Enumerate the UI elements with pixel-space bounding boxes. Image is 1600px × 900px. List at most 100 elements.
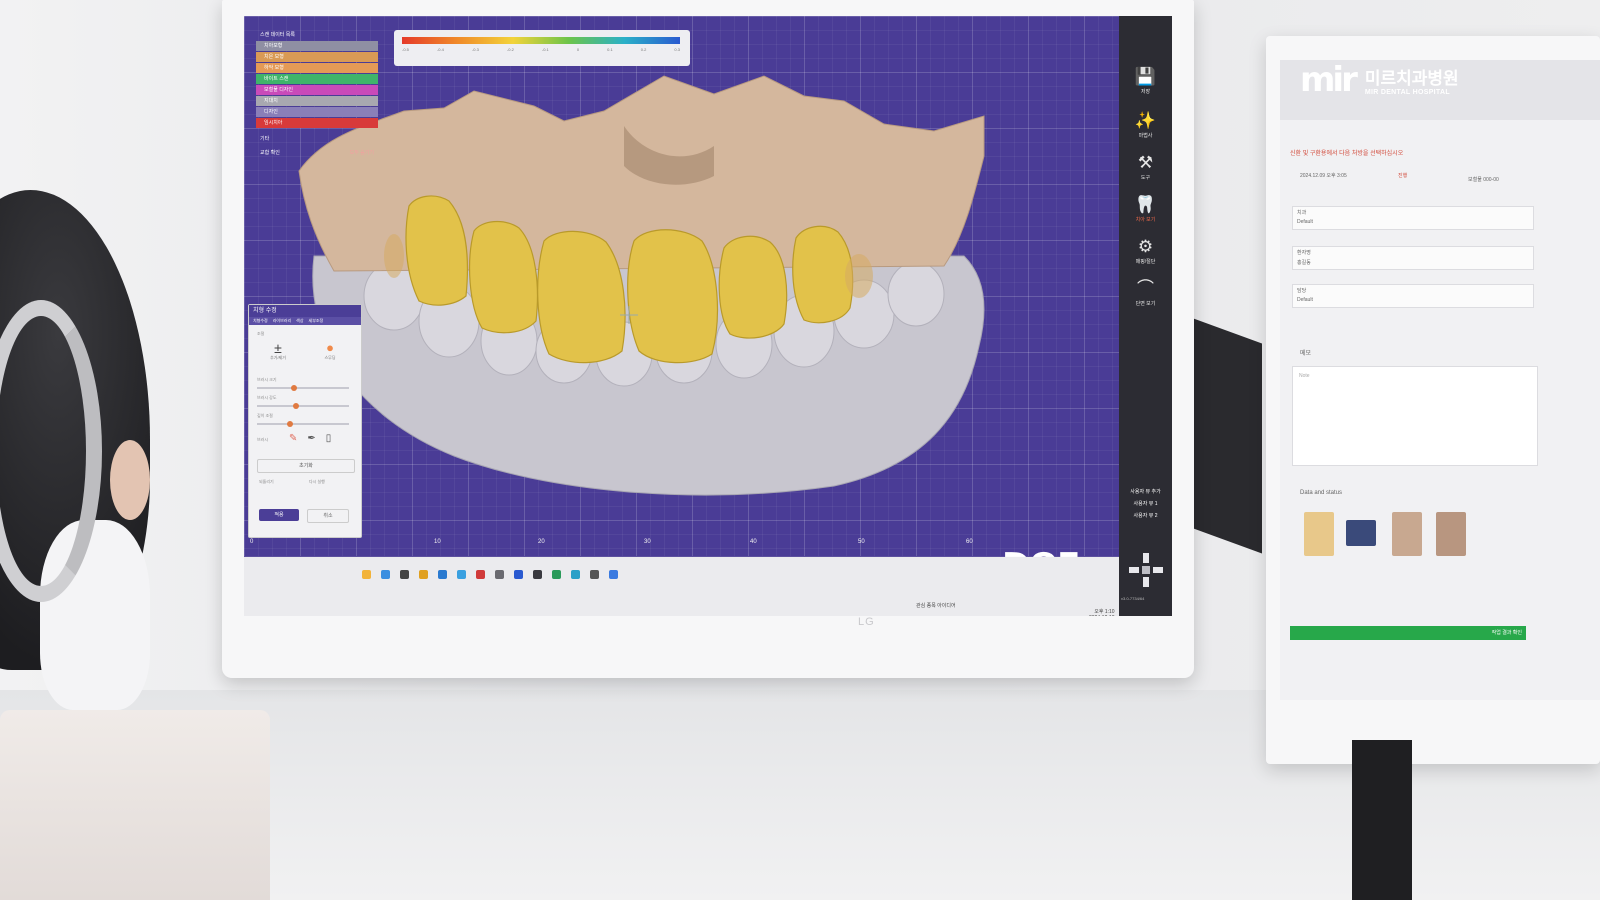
3d-viewport[interactable]: -0.5 -0.4 -0.3 -0.2 -0.1 0 0.1 0.2 0.3 스… (244, 16, 1119, 586)
tab-fine-tune[interactable]: 세부조정 (309, 317, 324, 325)
tree-item-label: 임시치아 (264, 120, 283, 126)
patient-photo-thumbnail[interactable] (1436, 512, 1466, 556)
wizard-button[interactable]: ✨ 마법사 (1119, 112, 1172, 140)
brush-strength-slider[interactable] (257, 403, 349, 409)
undo-button[interactable]: 되돌리기 (259, 479, 274, 485)
app-icon[interactable] (495, 570, 504, 579)
tree-item[interactable]: 디자인 (256, 107, 378, 117)
taskbar-clock[interactable]: 오후 1:10 2024-12-18 (1089, 608, 1115, 616)
tree-item[interactable]: 치은 모형 (256, 52, 378, 62)
tab-tooth-edit[interactable]: 치형수정 (253, 317, 268, 325)
taskbar-tray[interactable]: 관심 종목 아이디어 (916, 602, 956, 609)
toolbar-label: 치아 보기 (1135, 217, 1156, 223)
scale-tick: 0.2 (640, 47, 647, 52)
staff-field[interactable]: 담당 Default (1292, 284, 1534, 308)
toolbar-label: 도구 (1140, 175, 1151, 181)
tree-footer-label[interactable]: 기타 (256, 134, 378, 144)
tooth-edit-dialog: 치형 수정 치형수정 라이브러리 색상 세부조정 조절 ± 추가/제거 ● 스무… (248, 304, 362, 538)
chair (0, 710, 270, 900)
reset-button[interactable]: 초기화 (257, 459, 355, 473)
slider-label: 브러시 크기 (257, 377, 277, 382)
brush-icon[interactable]: ✎ (289, 433, 297, 444)
app-icon[interactable] (609, 570, 618, 579)
app-icon[interactable] (514, 570, 523, 579)
scan-data-tree: 스캔 데이터 목록 치아모형 치은 모형 하악 모형 바이트 스캔 보철물 디자… (256, 30, 378, 158)
tab-library[interactable]: 라이브러리 (273, 317, 291, 325)
app-icon[interactable] (400, 570, 409, 579)
clinic-field[interactable]: 치과 Default (1292, 206, 1534, 230)
user-view-2[interactable]: 사용자 뷰 2 (1119, 510, 1172, 522)
person-ear (110, 440, 150, 520)
redo-button[interactable]: 다시 실행 (309, 479, 325, 485)
section-label: 조절 (257, 331, 265, 336)
view-navigator-icon[interactable] (1126, 550, 1166, 590)
eraser-icon[interactable]: ▯ (326, 433, 332, 444)
add-user-view-button[interactable]: 사용자 뷰 추가 (1119, 486, 1172, 498)
tree-item[interactable]: 치아모형 (256, 41, 378, 51)
app-icon[interactable] (438, 570, 447, 579)
app-icon[interactable] (533, 570, 542, 579)
app-icon[interactable] (590, 570, 599, 579)
excel-icon[interactable] (552, 570, 561, 579)
patient-photo-thumbnail[interactable] (1392, 512, 1422, 556)
app-icon[interactable] (419, 570, 428, 579)
brush-tools: ✎ ✒ ▯ (289, 433, 331, 444)
tooth-view-button[interactable]: 🦷 치아 보기 (1119, 196, 1172, 224)
scale-tick: 0.1 (607, 47, 613, 52)
folder-thumbnail[interactable] (1304, 512, 1334, 556)
tree-footer-label[interactable]: 교합 확인 모두 숨기기 (256, 148, 378, 158)
date-field[interactable]: 2024.12.09 오후 3:05 (1300, 172, 1347, 179)
section-view-button[interactable]: ⌒ 단면 보기 (1119, 280, 1172, 308)
smoothing-tool[interactable]: ● 스무딩 (315, 341, 345, 361)
app-icon[interactable] (381, 570, 390, 579)
monitor-arm (1188, 316, 1262, 554)
order-heading: 신환 및 구환용에서 다음 처방을 선택하십시오 (1290, 151, 1404, 157)
tree-item[interactable]: 보철물 디자인 (256, 85, 378, 95)
tree-item[interactable]: 임시치아 (256, 118, 378, 128)
tree-item[interactable]: 하악 모형 (256, 63, 378, 73)
field-value: Default (1297, 297, 1313, 303)
tree-item-label: 디자인 (264, 109, 278, 115)
user-view-1[interactable]: 사용자 뷰 1 (1119, 498, 1172, 510)
scan-thumbnail[interactable] (1346, 520, 1376, 546)
tool-label: 추가/제거 (270, 355, 286, 360)
axis-tick: 40 (750, 539, 757, 545)
slider-knob[interactable] (293, 403, 299, 409)
slider-knob[interactable] (287, 421, 293, 427)
scale-tick: -0.3 (471, 47, 479, 52)
hide-all-button[interactable]: 모두 숨기기 (350, 148, 374, 158)
scale-tick: -0.4 (436, 47, 444, 52)
app-icon[interactable] (571, 570, 580, 579)
app-icon[interactable] (476, 570, 485, 579)
option-field[interactable]: 보철물 000-00 (1468, 176, 1499, 183)
memo-textarea[interactable]: Note (1292, 366, 1538, 466)
confirm-result-button[interactable]: 작업 결과 확인 (1492, 629, 1522, 636)
tree-header[interactable]: 스캔 데이터 목록 (256, 30, 378, 40)
pen-icon[interactable]: ✒ (307, 433, 315, 444)
add-remove-tool[interactable]: ± 추가/제거 (263, 341, 293, 361)
deviation-color-scale[interactable]: -0.5 -0.4 -0.3 -0.2 -0.1 0 0.1 0.2 0.3 (394, 30, 690, 66)
tools-button[interactable]: ⚒ 도구 (1119, 154, 1172, 182)
save-button[interactable]: 💾 저장 (1119, 68, 1172, 96)
main-screen: -0.5 -0.4 -0.3 -0.2 -0.1 0 0.1 0.2 0.3 스… (244, 16, 1172, 616)
tree-item[interactable]: 지대치 (256, 96, 378, 106)
edge-icon[interactable] (457, 570, 466, 579)
main-monitor: -0.5 -0.4 -0.3 -0.2 -0.1 0 0.1 0.2 0.3 스… (222, 0, 1194, 678)
depth-slider[interactable] (257, 421, 349, 427)
tree-item[interactable]: 바이트 스캔 (256, 74, 378, 84)
color-scale-ticks: -0.5 -0.4 -0.3 -0.2 -0.1 0 0.1 0.2 0.3 (402, 47, 680, 52)
app-icon[interactable] (362, 570, 371, 579)
status-field[interactable]: 진행 (1398, 172, 1407, 179)
tab-color[interactable]: 색상 (296, 317, 303, 325)
occlusion-check-label: 교합 확인 (260, 150, 280, 156)
apply-button[interactable]: 적용 (259, 509, 299, 521)
hospital-brand-logo: mir 미르치과병원 MIR DENTAL HOSPITAL (1300, 60, 1459, 100)
slider-knob[interactable] (291, 385, 297, 391)
axis-tick: 0 (250, 539, 254, 545)
second-monitor: 신환 및 구환용에서 다음 처방을 선택하십시오 2024.12.09 오후 3… (1266, 36, 1600, 764)
cancel-button[interactable]: 취소 (307, 509, 349, 523)
mapping-button[interactable]: ⚙ 매핑/절단 (1119, 238, 1172, 266)
patient-name-field[interactable]: 환자명 홍길동 (1292, 246, 1534, 270)
crown-tooth-23 (792, 225, 854, 324)
brush-size-slider[interactable] (257, 385, 349, 391)
